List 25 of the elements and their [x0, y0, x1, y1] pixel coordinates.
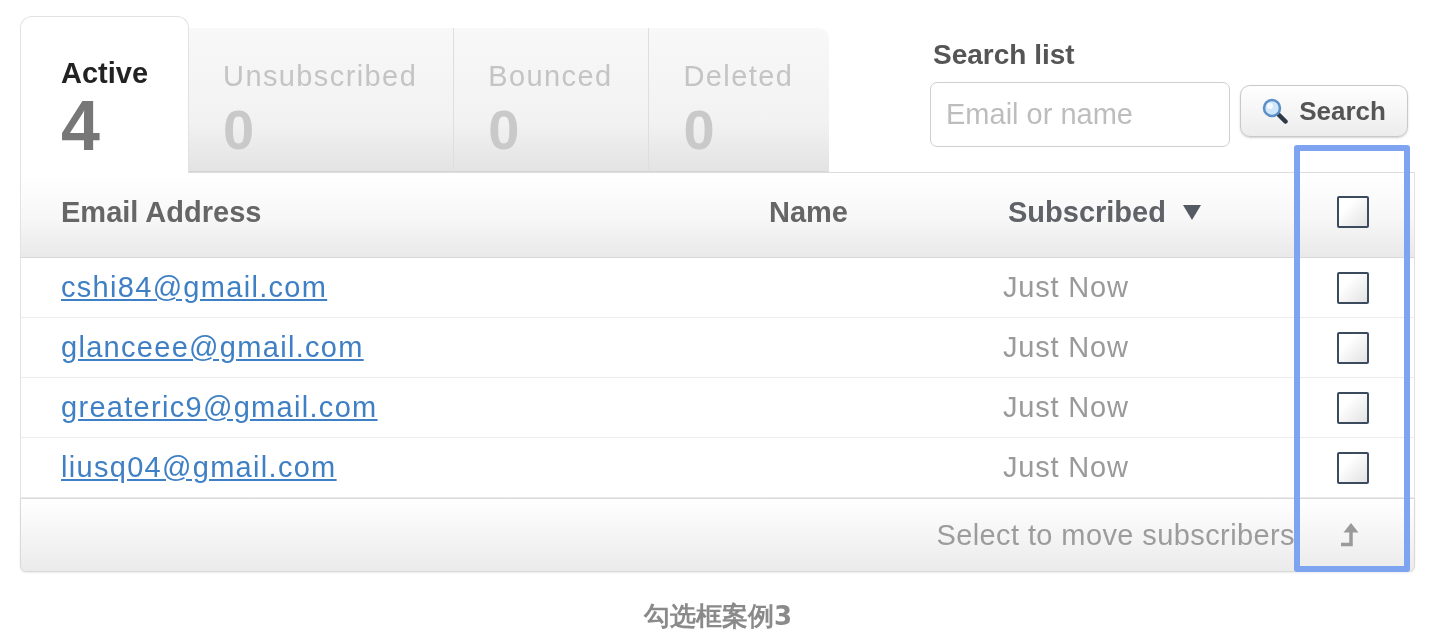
row-checkbox[interactable] — [1337, 331, 1369, 364]
email-link[interactable]: liusq04@gmail.com — [61, 451, 337, 484]
tab[interactable]: Active 4 — [20, 16, 190, 173]
table-cell: Just Now — [1003, 391, 1129, 424]
search-label: Search list — [933, 38, 1075, 72]
row-checkbox[interactable] — [1337, 391, 1369, 424]
table-cell: Just Now — [1003, 271, 1129, 304]
up-arrow-icon[interactable] — [1339, 523, 1359, 547]
column-header[interactable]: Email Address — [61, 195, 262, 229]
figure-caption: 勾选框案例3 — [643, 600, 793, 632]
email-link[interactable]: cshi84@gmail.com — [61, 271, 328, 304]
table-cell: Just Now — [1003, 331, 1129, 364]
column-header[interactable]: Subscribed — [1008, 195, 1201, 229]
table-cell: Just Now — [1003, 451, 1129, 484]
caret-down-icon — [1182, 204, 1201, 220]
search-button[interactable]: Search — [1240, 85, 1408, 137]
row-checkbox[interactable] — [1337, 451, 1369, 484]
search-icon — [1262, 98, 1289, 124]
column-header[interactable]: Name — [769, 195, 848, 229]
email-link[interactable]: glanceee@gmail.com — [61, 331, 364, 364]
search-field[interactable]: Email or name — [930, 82, 1230, 147]
select-all-checkbox[interactable] — [1337, 196, 1369, 228]
email-link[interactable]: greateric9@gmail.com — [61, 391, 378, 424]
footer-hint: Select to move subscribers — [936, 518, 1295, 552]
row-checkbox[interactable] — [1337, 271, 1369, 304]
